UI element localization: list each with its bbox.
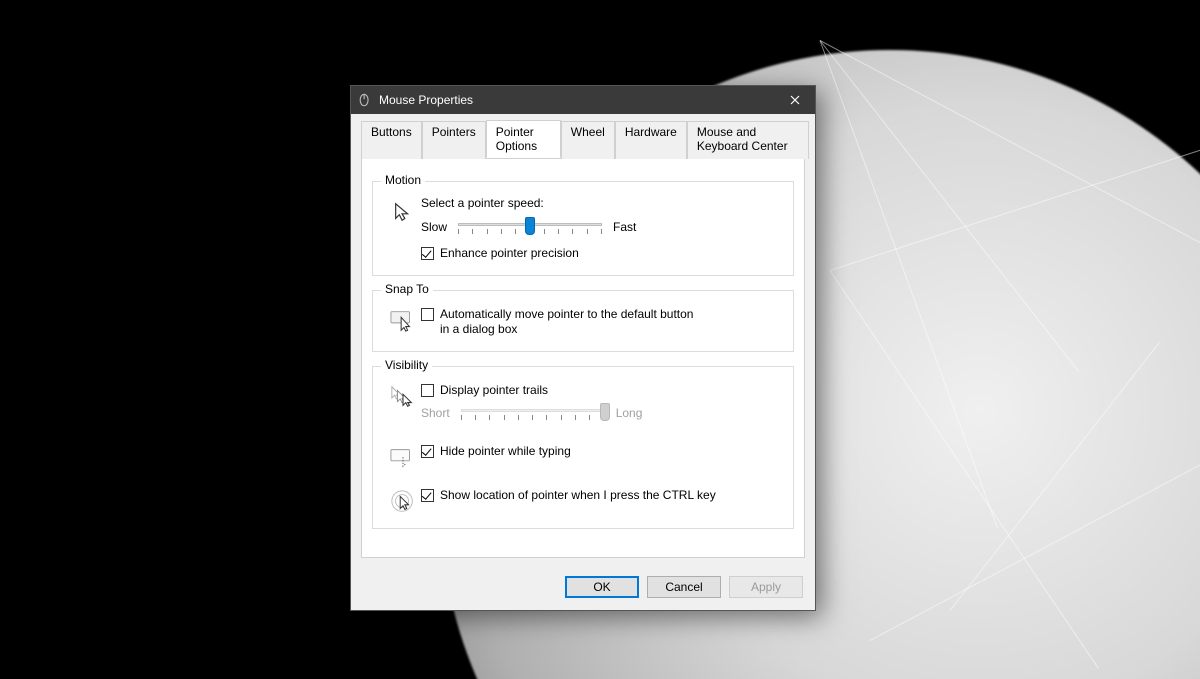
visibility-legend: Visibility bbox=[381, 358, 432, 372]
select-speed-label: Select a pointer speed: bbox=[421, 196, 781, 210]
tab-buttons[interactable]: Buttons bbox=[361, 121, 422, 159]
snap-to-checkbox[interactable] bbox=[421, 308, 434, 321]
enhance-precision-checkbox[interactable] bbox=[421, 247, 434, 260]
pointer-trails-slider bbox=[458, 402, 608, 424]
apply-button: Apply bbox=[729, 576, 803, 598]
speed-fast-label: Fast bbox=[613, 220, 636, 234]
pointer-trails-label: Display pointer trails bbox=[440, 383, 548, 398]
pointer-speed-icon bbox=[389, 198, 417, 226]
dialog-button-row: OK Cancel Apply bbox=[351, 566, 815, 610]
hide-pointer-typing-checkbox[interactable] bbox=[421, 445, 434, 458]
tab-hardware[interactable]: Hardware bbox=[615, 121, 687, 159]
motion-group: Motion Select a pointer speed: bbox=[372, 181, 794, 276]
tab-pointers[interactable]: Pointers bbox=[422, 121, 486, 159]
tab-pointer-options[interactable]: Pointer Options bbox=[486, 120, 561, 158]
tab-mouse-keyboard-center[interactable]: Mouse and Keyboard Center bbox=[687, 121, 809, 159]
visibility-group: Visibility bbox=[372, 366, 794, 529]
show-location-ctrl-icon bbox=[389, 488, 417, 516]
snap-to-icon bbox=[389, 307, 417, 335]
show-location-ctrl-label: Show location of pointer when I press th… bbox=[440, 488, 716, 503]
pointer-trails-icon bbox=[389, 383, 417, 411]
tab-strip: Buttons Pointers Pointer Options Wheel H… bbox=[351, 114, 815, 158]
tab-wheel[interactable]: Wheel bbox=[561, 121, 615, 159]
mouse-icon bbox=[357, 92, 373, 108]
pointer-options-panel: Motion Select a pointer speed: bbox=[361, 158, 805, 558]
window-title: Mouse Properties bbox=[379, 93, 775, 107]
titlebar[interactable]: Mouse Properties bbox=[351, 86, 815, 114]
close-button[interactable] bbox=[775, 86, 815, 114]
trails-long-label: Long bbox=[616, 406, 643, 420]
show-location-ctrl-checkbox[interactable] bbox=[421, 489, 434, 502]
hide-pointer-typing-icon bbox=[389, 444, 417, 472]
enhance-precision-label: Enhance pointer precision bbox=[440, 246, 579, 261]
snap-to-label: Automatically move pointer to the defaul… bbox=[440, 307, 700, 337]
snap-to-legend: Snap To bbox=[381, 282, 433, 296]
ok-button[interactable]: OK bbox=[565, 576, 639, 598]
pointer-speed-slider[interactable] bbox=[455, 216, 605, 238]
trails-short-label: Short bbox=[421, 406, 450, 420]
motion-legend: Motion bbox=[381, 173, 425, 187]
speed-slow-label: Slow bbox=[421, 220, 447, 234]
hide-pointer-typing-label: Hide pointer while typing bbox=[440, 444, 571, 459]
tab-panel-container: Motion Select a pointer speed: bbox=[351, 158, 815, 566]
mouse-properties-dialog: Mouse Properties Buttons Pointers Pointe… bbox=[350, 85, 816, 611]
desktop-background: Mouse Properties Buttons Pointers Pointe… bbox=[0, 0, 1200, 679]
pointer-trails-checkbox[interactable] bbox=[421, 384, 434, 397]
snap-to-group: Snap To bbox=[372, 290, 794, 352]
cancel-button[interactable]: Cancel bbox=[647, 576, 721, 598]
